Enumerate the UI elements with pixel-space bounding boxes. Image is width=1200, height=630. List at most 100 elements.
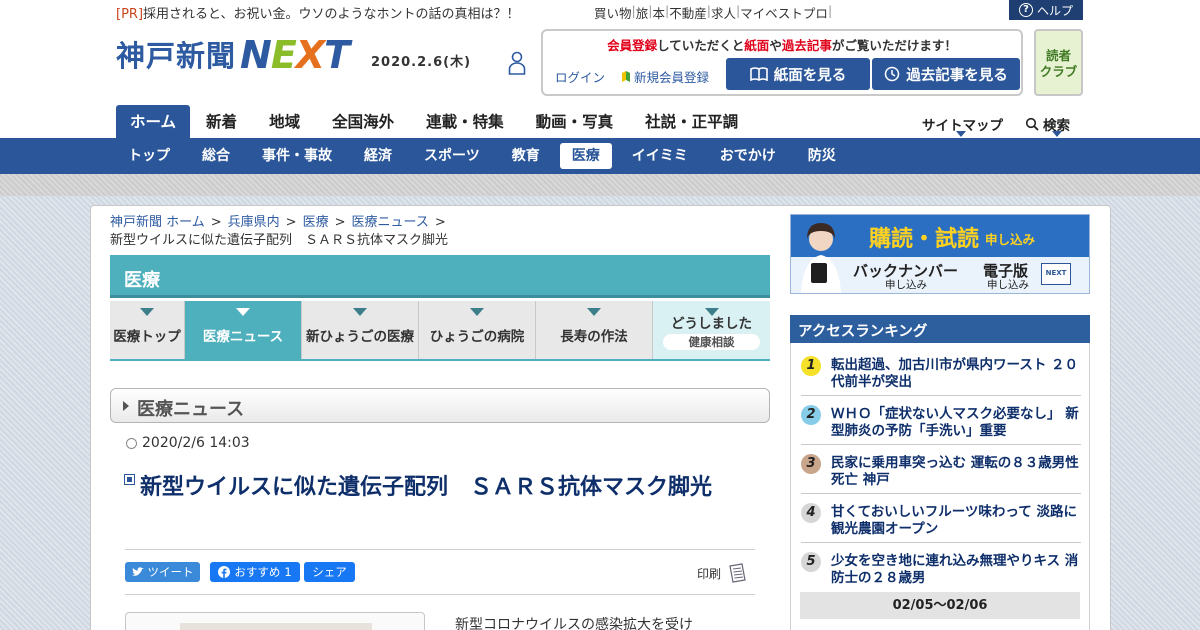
subnav-disaster[interactable]: 防災 bbox=[796, 143, 848, 169]
tab-health-consult[interactable]: どうしました 健康相談 bbox=[653, 301, 770, 359]
subnav-top[interactable]: トップ bbox=[116, 143, 182, 169]
nav-latest[interactable]: 新着 bbox=[190, 105, 253, 138]
nav-national[interactable]: 全国海外 bbox=[316, 105, 410, 138]
tab-arrow-icon bbox=[704, 308, 719, 316]
book-icon bbox=[749, 67, 768, 81]
ranking-item[interactable]: 4 甘くておいしいフルーツ味わって 淡路に観光農園オープン bbox=[801, 494, 1081, 543]
tweet-button[interactable]: ツイート bbox=[125, 562, 200, 582]
tablet-icon: NEXT bbox=[1041, 263, 1071, 285]
pr-ad-link[interactable]: [PR]採用されると、お祝い金。ウソのようなホントの話の真相は？！ bbox=[116, 3, 520, 22]
reader-club-button[interactable]: 読者 クラブ bbox=[1034, 29, 1083, 96]
article-photo-frame bbox=[125, 612, 425, 630]
search-link[interactable]: 検索 bbox=[1025, 114, 1070, 134]
top-strip: [PR]採用されると、お祝い金。ウソのようなホントの話の真相は？！ 買い物 | 旅… bbox=[0, 0, 1200, 22]
help-button[interactable]: ? ヘルプ bbox=[1009, 0, 1083, 20]
section-tabs: 医療トップ 医療ニュース 新ひょうごの医療 ひょうごの病院 長寿の作法 どうしま… bbox=[110, 301, 770, 361]
subscription-banner[interactable]: 購読・試読 申し込み バックナンバー 申し込み 電子版 申し込み NEXT bbox=[790, 214, 1090, 294]
ranking-item[interactable]: 1 転出超過、加古川市が県内ワースト ２０代前半が突出 bbox=[801, 347, 1081, 396]
top-link-mybestpro[interactable]: マイベストプロ bbox=[740, 3, 828, 22]
nav-region[interactable]: 地域 bbox=[253, 105, 316, 138]
top-link-realestate[interactable]: 不動産 bbox=[669, 3, 707, 22]
article-photo[interactable] bbox=[180, 623, 372, 630]
triangle-right-icon bbox=[123, 401, 129, 411]
print-link[interactable]: 印刷 bbox=[697, 563, 748, 583]
tab-longevity[interactable]: 長寿の作法 bbox=[536, 301, 653, 359]
tab-arrow-icon bbox=[587, 308, 601, 316]
tab-hyogo-hospitals[interactable]: ひょうごの病院 bbox=[419, 301, 536, 359]
article-headline: 新型ウイルスに似た遺伝子配列 ＳＡＲＳ抗体マスク脚光 bbox=[140, 475, 713, 500]
breadcrumb: 神戸新聞 ホーム > 兵庫県内 > 医療 > 医療ニュース > 新型ウイルスに似た遺伝子配列 … bbox=[110, 215, 449, 248]
user-icon[interactable] bbox=[508, 51, 526, 75]
article-timestamp: 2020/2/6 14:03 bbox=[126, 435, 250, 451]
ranking-item[interactable]: 3 民家に乗用車突っ込む 運転の８３歳男性死亡 神戸 bbox=[801, 445, 1081, 494]
divider bbox=[125, 594, 755, 595]
top-link-books[interactable]: 本 bbox=[652, 3, 665, 22]
promo-main-text: 購読・試読 bbox=[869, 227, 980, 252]
subnav-sports[interactable]: スポーツ bbox=[412, 143, 492, 169]
pr-text: 採用されると、お祝い金。ウソのようなホントの話の真相は？！ bbox=[143, 7, 520, 22]
view-paper-button[interactable]: 紙面を見る bbox=[726, 58, 870, 90]
subnav-medical[interactable]: 医療 bbox=[559, 143, 612, 169]
facebook-like-button[interactable]: おすすめ 1 bbox=[210, 562, 300, 582]
member-message: 会員登録していただくと紙面や過去記事がご覧いただけます！ bbox=[607, 38, 957, 53]
breadcrumb-home[interactable]: 神戸新聞 ホーム bbox=[110, 215, 205, 230]
facebook-share-button[interactable]: シェア bbox=[304, 562, 355, 582]
subnav-general[interactable]: 総合 bbox=[190, 143, 242, 169]
subnav-incidents[interactable]: 事件・事故 bbox=[250, 143, 344, 169]
subnav-education[interactable]: 教育 bbox=[500, 143, 552, 169]
breadcrumb-hyogo[interactable]: 兵庫県内 bbox=[228, 215, 280, 230]
like-count: 1 bbox=[284, 565, 292, 579]
gray-band bbox=[0, 174, 1200, 196]
subnav-iimimi[interactable]: イイミミ bbox=[620, 143, 700, 169]
nav-series[interactable]: 連載・特集 bbox=[410, 105, 520, 138]
divider bbox=[125, 549, 755, 550]
tab-arrow-icon bbox=[236, 308, 250, 316]
rank-badge: 4 bbox=[801, 503, 821, 523]
tab-medical-news[interactable]: 医療ニュース bbox=[185, 301, 302, 359]
ranking-list: 1 転出超過、加古川市が県内ワースト ２０代前半が突出 2 ＷＨＯ「症状ない人マスク… bbox=[790, 343, 1090, 630]
section-title: 医療 bbox=[124, 270, 160, 291]
tab-new-hyogo-medical[interactable]: 新ひょうごの医療 bbox=[302, 301, 419, 359]
top-link-shopping[interactable]: 買い物 bbox=[594, 3, 632, 22]
ranking-item[interactable]: 2 ＷＨＯ「症状ない人マスク必要なし」 新型肺炎の予防「手洗い」重要 bbox=[801, 396, 1081, 445]
headline-bullet-icon bbox=[124, 474, 135, 485]
subnav-economy[interactable]: 経済 bbox=[352, 143, 404, 169]
nav-home[interactable]: ホーム bbox=[116, 105, 191, 138]
main-nav: ホーム 新着 地域 全国海外 連載・特集 動画・写真 社説・正平調 bbox=[116, 105, 754, 138]
view-past-articles-button[interactable]: 過去記事を見る bbox=[872, 58, 1020, 90]
rank-badge: 2 bbox=[801, 405, 821, 425]
nav-video-photo[interactable]: 動画・写真 bbox=[520, 105, 630, 138]
pr-tag: [PR] bbox=[116, 7, 144, 22]
ranking-header: アクセスランキング bbox=[790, 315, 1090, 343]
help-label: ヘルプ bbox=[1036, 3, 1073, 18]
logo-kobe-text: 神戸新聞 bbox=[116, 39, 237, 73]
login-link[interactable]: ログイン bbox=[555, 67, 605, 86]
breadcrumb-medical-news[interactable]: 医療ニュース bbox=[352, 215, 429, 230]
member-box: 会員登録していただくと紙面や過去記事がご覧いただけます！ ログイン 新規会員登録… bbox=[541, 29, 1023, 96]
top-links: 買い物 | 旅 | 本 | 不動産 | 求人 | マイベストプロ | bbox=[594, 3, 833, 22]
print-icon bbox=[729, 563, 746, 583]
category-title: 医療ニュース bbox=[137, 399, 245, 420]
new-register-link[interactable]: 新規会員登録 bbox=[621, 67, 709, 86]
site-logo[interactable]: 神戸新聞 NEXT bbox=[116, 33, 350, 77]
model-photo bbox=[801, 223, 841, 293]
rank-badge: 1 bbox=[801, 356, 821, 376]
search-icon bbox=[1025, 117, 1039, 131]
logo-next: NEXT bbox=[240, 33, 350, 77]
facebook-icon bbox=[218, 566, 231, 578]
nav-editorial[interactable]: 社説・正平調 bbox=[629, 105, 754, 138]
ranking-item[interactable]: 5 少女を空き地に連れ込み無理やりキス 消防士の２８歳男 bbox=[801, 543, 1081, 592]
sub-nav: トップ 総合 事件・事故 経済 スポーツ 教育 医療 イイミミ おでかけ 防災 bbox=[0, 138, 1200, 174]
tab-medical-top[interactable]: 医療トップ bbox=[110, 301, 185, 359]
section-header: 医療 bbox=[110, 255, 770, 298]
top-link-travel[interactable]: 旅 bbox=[636, 3, 649, 22]
question-icon: ? bbox=[1018, 3, 1033, 17]
clock-icon bbox=[885, 66, 900, 82]
breadcrumb-medical[interactable]: 医療 bbox=[303, 215, 329, 230]
tab-arrow-icon bbox=[353, 308, 367, 316]
category-header: 医療ニュース bbox=[110, 388, 770, 423]
top-link-jobs[interactable]: 求人 bbox=[711, 3, 736, 22]
subnav-outing[interactable]: おでかけ bbox=[708, 143, 788, 169]
promo-sub-text: 申し込み bbox=[985, 232, 1036, 247]
rank-badge: 5 bbox=[801, 552, 821, 572]
